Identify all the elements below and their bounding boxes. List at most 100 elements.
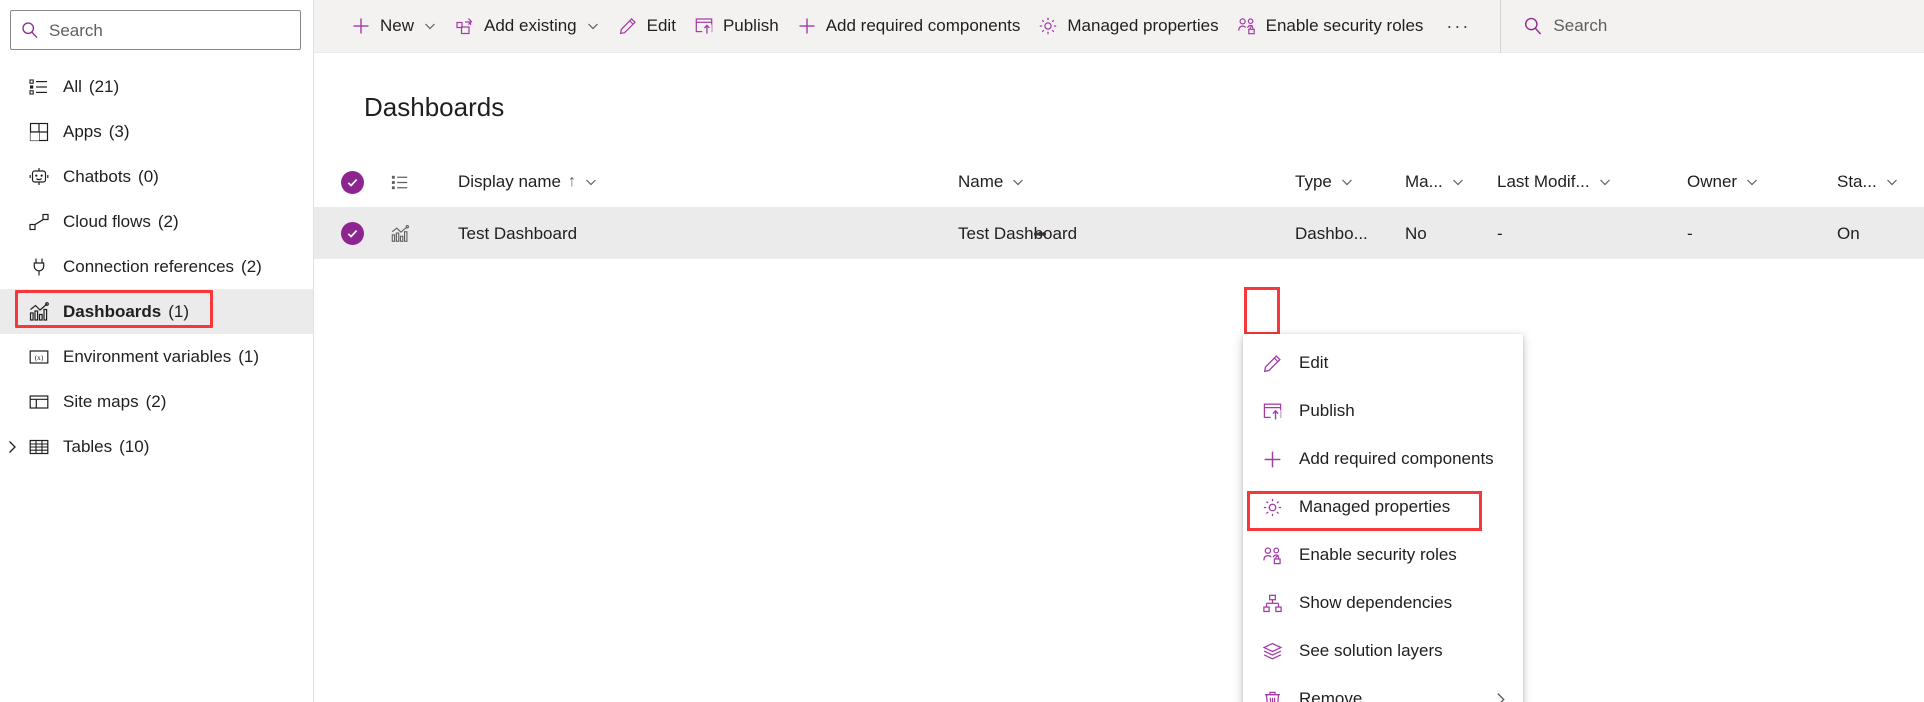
row-type-icon-cell	[390, 224, 450, 244]
context-menu-item-label: Publish	[1299, 401, 1355, 420]
toolbar-overflow-button[interactable]: ···	[1432, 0, 1484, 53]
row-display-name-cell[interactable]: Test Dashboard	[450, 223, 1046, 244]
context-menu-item-add-required-components[interactable]: Add required components	[1243, 435, 1523, 483]
context-menu-item-edit[interactable]: Edit	[1243, 339, 1523, 387]
site-map-icon	[28, 391, 54, 413]
pencil-icon	[618, 16, 638, 36]
row-checkbox[interactable]	[314, 222, 390, 245]
row-display-name: Test Dashboard	[458, 223, 578, 243]
chevron-down-icon[interactable]	[1885, 175, 1899, 189]
column-header-label: Display name	[458, 172, 561, 191]
checkmark-icon	[340, 222, 364, 245]
table-row[interactable]: Test Dashboard Test Dashboard Dashbo...	[314, 208, 1924, 259]
plus-icon	[351, 16, 371, 36]
row-type: Dashbo...	[1295, 223, 1368, 243]
toolbar-new-button[interactable]: New	[342, 0, 446, 53]
security-roles-icon	[1237, 16, 1257, 36]
sidebar-item-count: (1)	[168, 301, 190, 321]
chevron-down-icon[interactable]	[584, 175, 598, 189]
cloud-flow-icon	[28, 211, 54, 233]
chevron-right-icon[interactable]	[1492, 691, 1509, 702]
chevron-down-icon[interactable]	[423, 19, 437, 33]
add-existing-icon	[455, 16, 475, 36]
grid-column-header-owner[interactable]: Owner	[1687, 172, 1837, 192]
command-toolbar: New Add existing Edit Publish Add requir…	[314, 0, 1924, 53]
grid-header-row: Display name ↑ Name Type Ma... Last Modi…	[314, 157, 1924, 208]
context-menu-item-enable-security-roles[interactable]: Enable security roles	[1243, 531, 1523, 579]
sidebar-item-apps[interactable]: Apps (3)	[0, 109, 313, 154]
chevron-down-icon[interactable]	[1340, 175, 1354, 189]
grid-type-column-header[interactable]	[390, 172, 450, 193]
sidebar-item-all[interactable]: All (21)	[0, 64, 313, 109]
context-menu-item-label: See solution layers	[1299, 641, 1443, 660]
sidebar-item-label: Site maps	[63, 391, 139, 411]
sidebar-item-connection-references[interactable]: Connection references (2)	[0, 244, 313, 289]
context-menu-item-see-solution-layers[interactable]: See solution layers	[1243, 627, 1523, 675]
sidebar-item-cloud-flows[interactable]: Cloud flows (2)	[0, 199, 313, 244]
grid-column-header-last-modified[interactable]: Last Modif...	[1497, 172, 1687, 192]
toolbar-item-label: New	[380, 16, 415, 35]
sidebar-item-chatbots[interactable]: Chatbots (0)	[0, 154, 313, 199]
chevron-down-icon[interactable]	[1451, 175, 1465, 189]
column-header-label: Ma...	[1405, 172, 1443, 191]
toolbar-add-existing-button[interactable]: Add existing	[446, 0, 609, 53]
context-menu-item-publish[interactable]: Publish	[1243, 387, 1523, 435]
highlight-box-more-options	[1244, 287, 1280, 335]
row-owner-cell: -	[1687, 224, 1837, 244]
grid-column-header-status[interactable]: Sta...	[1837, 172, 1924, 192]
context-menu-item-label: Edit	[1299, 353, 1329, 372]
publish-icon	[1259, 401, 1285, 422]
select-all-checkbox[interactable]	[314, 170, 390, 194]
toolbar-item-label: Enable security roles	[1265, 16, 1424, 35]
toolbar-publish-button[interactable]: Publish	[685, 0, 788, 53]
grid-column-header-type[interactable]: Type	[1295, 172, 1405, 192]
more-options-icon[interactable]	[1022, 213, 1058, 255]
toolbar-search-input[interactable]: Search	[1501, 0, 1627, 53]
column-header-label: Sta...	[1837, 172, 1877, 191]
sort-ascending-icon: ↑	[568, 173, 576, 190]
context-menu-item-show-dependencies[interactable]: Show dependencies	[1243, 579, 1523, 627]
chevron-down-icon[interactable]	[1745, 175, 1759, 189]
grid-column-header-name[interactable]: Name	[950, 172, 1295, 192]
row-managed: No	[1405, 223, 1427, 243]
toolbar-enable-security-roles-button[interactable]: Enable security roles	[1228, 0, 1433, 53]
chevron-down-icon[interactable]	[1598, 175, 1612, 189]
security-roles-icon	[1259, 545, 1285, 566]
chevron-down-icon[interactable]	[586, 19, 600, 33]
row-context-menu: Edit Publish Add required components Man…	[1243, 334, 1523, 702]
chevron-right-icon[interactable]	[4, 439, 20, 455]
toolbar-managed-properties-button[interactable]: Managed properties	[1029, 0, 1227, 53]
pencil-icon	[1259, 353, 1285, 374]
list-bullet-icon	[390, 172, 411, 193]
grid-column-header-managed[interactable]: Ma...	[1405, 172, 1497, 192]
sidebar-search-box[interactable]: Search	[10, 10, 301, 50]
chevron-down-icon[interactable]	[1011, 175, 1025, 189]
sidebar-item-count: (2)	[157, 211, 179, 231]
sidebar-item-dashboards[interactable]: Dashboards (1)	[0, 289, 313, 334]
sidebar-item-environment-variables[interactable]: (x) Environment variables (1)	[0, 334, 313, 379]
sidebar-item-site-maps[interactable]: Site maps (2)	[0, 379, 313, 424]
trash-icon	[1259, 689, 1285, 702]
publish-icon	[694, 16, 714, 36]
toolbar-search-placeholder: Search	[1553, 16, 1608, 35]
gear-icon	[1038, 16, 1058, 36]
gear-icon	[1259, 497, 1285, 518]
context-menu-item-remove[interactable]: Remove	[1243, 675, 1523, 702]
toolbar-add-required-components-button[interactable]: Add required components	[788, 0, 1030, 53]
svg-text:(x): (x)	[35, 353, 44, 362]
column-header-label: Name	[958, 172, 1004, 191]
sidebar-item-tables[interactable]: Tables (10)	[0, 424, 313, 469]
column-header-label: Type	[1295, 172, 1332, 191]
sidebar-item-count: (10)	[119, 436, 150, 456]
context-menu-item-managed-properties[interactable]: Managed properties	[1243, 483, 1523, 531]
dashboards-grid: Display name ↑ Name Type Ma... Last Modi…	[314, 157, 1924, 259]
grid-column-header-display-name[interactable]: Display name ↑	[450, 172, 950, 192]
toolbar-item-label: Publish	[722, 16, 779, 35]
kebab-dot	[1042, 231, 1046, 236]
toolbar-item-label: Edit	[646, 16, 676, 35]
status-badge: On	[1837, 223, 1860, 243]
toolbar-item-label: Managed properties	[1067, 16, 1219, 35]
toolbar-edit-button[interactable]: Edit	[609, 0, 685, 53]
row-last-modified-cell: -	[1497, 224, 1687, 244]
sidebar-item-count: (1)	[238, 346, 259, 366]
